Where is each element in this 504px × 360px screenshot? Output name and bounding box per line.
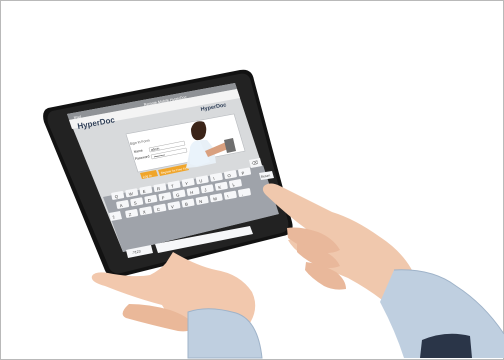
photo-scene: iPad Remote Mobile HyperDoc HyperDoc Hyp… xyxy=(43,69,504,359)
right-hand xyxy=(262,183,504,358)
